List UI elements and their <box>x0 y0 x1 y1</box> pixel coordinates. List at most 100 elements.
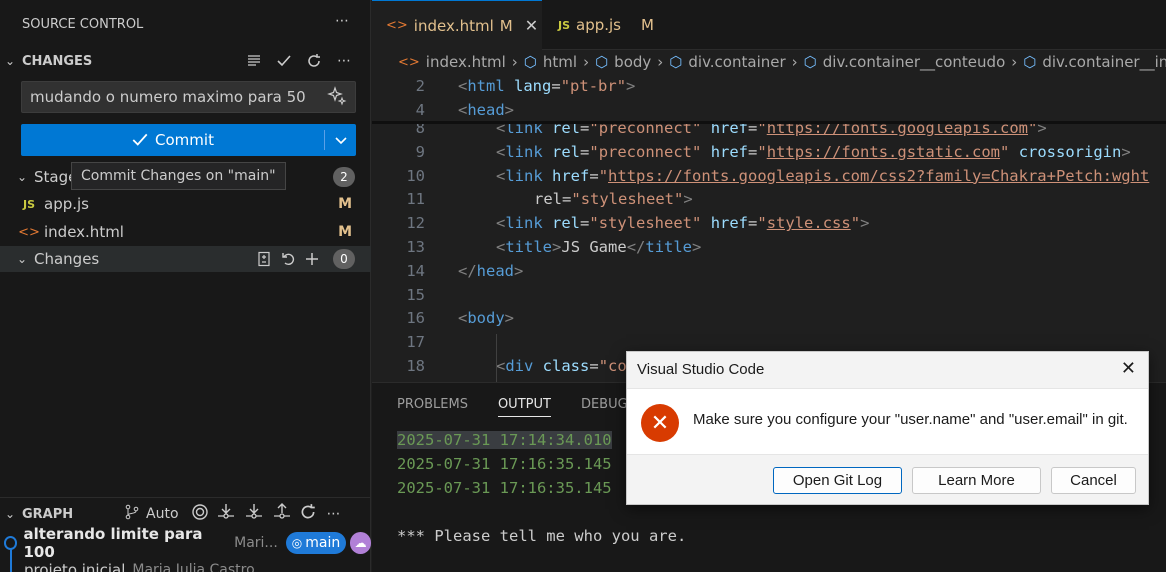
code-line: 9 <link rel="preconnect" href="https://fo… <box>372 140 1166 164</box>
code-text: <title>JS Game</title> <box>496 238 702 256</box>
breadcrumb-item[interactable]: body <box>614 53 651 71</box>
code-text: <body> <box>458 309 515 328</box>
code-text: <link rel="stylesheet" href="style.css"> <box>496 214 870 233</box>
commit-tooltip: Commit Changes on "main" <box>71 162 286 190</box>
sparkle-icon[interactable] <box>327 86 347 110</box>
error-icon: ✕ <box>641 404 679 442</box>
breadcrumb-item[interactable]: index.html <box>426 53 506 71</box>
line-number: 9 <box>415 142 425 161</box>
tab-app-js[interactable]: JS app.js M <box>544 0 674 50</box>
chevron-right-icon: › <box>583 53 590 71</box>
panel-tabs: PROBLEMS OUTPUT DEBUG C <box>397 397 641 417</box>
open-changes-icon[interactable] <box>253 248 275 270</box>
code-line: 11 rel="stylesheet"> <box>372 187 1166 211</box>
code-line: 16 <body> <box>372 306 1166 330</box>
line-number: 18 <box>406 357 425 375</box>
refresh-icon[interactable] <box>299 503 317 525</box>
js-file-icon: JS <box>22 197 35 211</box>
graph-toolbar: Auto ⋯ <box>124 503 341 525</box>
code-line: 12 <link rel="stylesheet" href="style.css… <box>372 211 1166 235</box>
breadcrumb-item[interactable]: div.container__conteudo <box>823 53 1006 71</box>
branch-name: main <box>305 535 341 551</box>
view-as-list-icon[interactable] <box>243 50 265 72</box>
commit-author: Mari... <box>234 535 278 551</box>
html-file-icon: <> <box>398 54 420 70</box>
breadcrumb: <> index.html › ⬡ html › ⬡ body › ⬡ div.… <box>372 50 1166 74</box>
branch-icon[interactable] <box>124 504 140 524</box>
staged-file-item[interactable]: JS app.js M <box>0 193 371 215</box>
code-line: 10 <link href="https://fonts.googleapis.c… <box>372 164 1166 188</box>
changes-section-header[interactable]: ⌄ CHANGES ⋯ <box>0 50 371 72</box>
html-file-icon: <> <box>18 224 40 240</box>
tab-index-html[interactable]: <> index.html M ✕ <box>372 0 542 50</box>
changes-label: Changes <box>34 250 100 268</box>
graph-commit-item[interactable]: alterando limite para 100 Mari... ◎ main… <box>0 525 372 561</box>
target-icon[interactable] <box>191 503 209 525</box>
code-line: 4 <head> <box>372 98 1166 122</box>
element-icon: ⬡ <box>523 53 537 71</box>
commit-check-icon[interactable] <box>273 50 295 72</box>
staged-count-badge: 2 <box>333 167 355 187</box>
changes-header-label: CHANGES <box>22 53 93 69</box>
breadcrumb-item[interactable]: div.container <box>688 53 785 71</box>
target-icon: ◎ <box>291 536 303 550</box>
refresh-icon[interactable] <box>303 50 325 72</box>
output-line: 2025-07-31 17:16:35.145 <box>397 455 612 473</box>
commit-button-group: Commit <box>21 124 356 156</box>
close-icon[interactable]: ✕ <box>1121 358 1136 379</box>
code-editor[interactable]: 2 <html lang="pt-br"> 4 <head> 8 <link rel="p… <box>372 74 1166 382</box>
code-line: 14 </head> <box>372 259 1166 283</box>
code-line: 13 <title>JS Game</title> <box>372 235 1166 259</box>
dialog-body: ✕ Make sure you configure your "user.nam… <box>627 388 1148 455</box>
cancel-button[interactable]: Cancel <box>1051 467 1136 494</box>
divider <box>0 497 371 498</box>
line-number: 11 <box>406 190 425 209</box>
discard-icon[interactable] <box>277 248 299 270</box>
close-icon[interactable]: ✕ <box>525 16 538 35</box>
line-number: 4 <box>415 101 425 119</box>
file-name: index.html <box>44 223 124 241</box>
staged-file-item[interactable]: <> index.html M <box>0 221 371 243</box>
fetch-icon[interactable] <box>215 503 237 525</box>
error-dialog: Visual Studio Code ✕ ✕ Make sure you con… <box>626 351 1149 505</box>
pull-icon[interactable] <box>243 503 265 525</box>
more-icon[interactable]: ⋯ <box>333 50 355 72</box>
chevron-right-icon: › <box>791 53 798 71</box>
code-text: <div class="co <box>496 357 627 375</box>
line-number: 10 <box>406 166 425 185</box>
tab-problems[interactable]: PROBLEMS <box>397 397 468 417</box>
commit-message-input[interactable]: mudando o numero maximo para 50 <box>21 81 356 113</box>
open-git-log-button[interactable]: Open Git Log <box>773 467 902 494</box>
stage-all-icon[interactable] <box>301 248 323 270</box>
graph-auto-label[interactable]: Auto <box>146 506 179 522</box>
output-line: *** Please tell me who you are. <box>397 527 687 545</box>
chevron-right-icon: › <box>1011 53 1018 71</box>
commit-message: projeto inicial <box>24 561 126 572</box>
changes-group-header[interactable]: ⌄ Changes 0 <box>0 246 371 272</box>
commit-message: alterando limite para 100 <box>23 525 203 561</box>
breadcrumb-item[interactable]: div.container__in <box>1042 53 1166 71</box>
learn-more-button[interactable]: Learn More <box>912 467 1041 494</box>
graph-header-label: GRAPH <box>22 506 74 522</box>
code-text: <link href="https://fonts.googleapis.com… <box>496 166 1150 185</box>
push-icon[interactable] <box>271 503 293 525</box>
commit-button-label: Commit <box>155 131 214 149</box>
commit-node-icon <box>4 536 18 550</box>
cloud-icon: ☁ <box>350 532 372 554</box>
more-icon[interactable]: ⋯ <box>327 506 341 522</box>
file-status: M <box>338 224 352 240</box>
graph-commit-item[interactable]: projeto inicial Maria Julia Castro <box>0 559 371 572</box>
line-number: 12 <box>406 214 425 233</box>
more-actions-icon[interactable]: ⋯ <box>335 13 349 29</box>
commit-button[interactable]: Commit <box>21 124 324 156</box>
breadcrumb-item[interactable]: html <box>543 53 577 71</box>
commit-dropdown-button[interactable] <box>325 124 356 156</box>
file-status: M <box>338 196 352 212</box>
code-line: 2 <html lang="pt-br"> <box>372 74 1166 98</box>
tab-status: M <box>641 16 654 34</box>
source-control-sidebar: SOURCE CONTROL ⋯ ⌄ CHANGES ⋯ mudando o n… <box>0 0 372 572</box>
html-file-icon: <> <box>386 18 408 33</box>
output-line: 2025-07-31 17:14:34.010 <box>397 431 612 449</box>
output-line: 2025-07-31 17:16:35.145 <box>397 479 612 497</box>
tab-output[interactable]: OUTPUT <box>497 397 551 417</box>
